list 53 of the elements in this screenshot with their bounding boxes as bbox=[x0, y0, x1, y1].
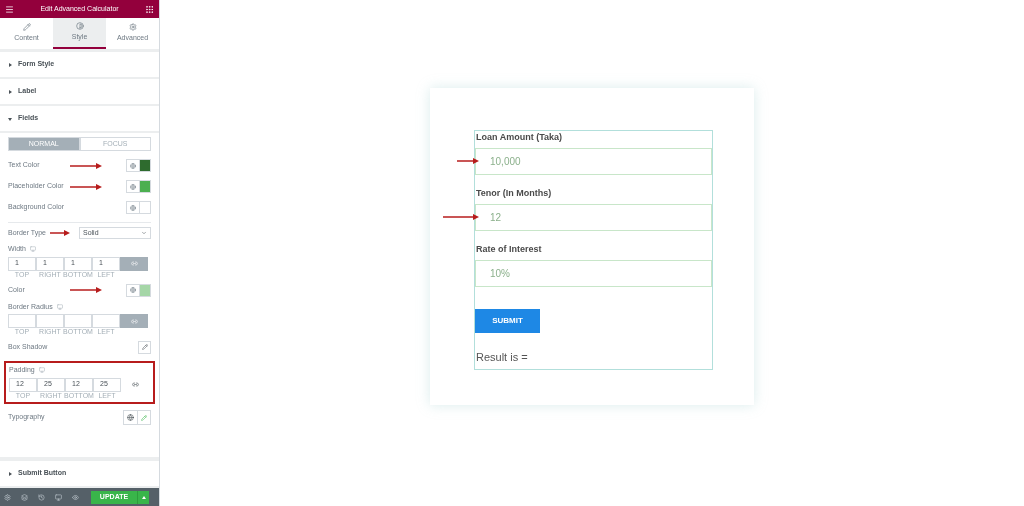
monitor-icon bbox=[38, 367, 45, 374]
field-label: Rate of Interest bbox=[475, 243, 543, 256]
link-button[interactable] bbox=[120, 314, 148, 328]
link-icon bbox=[131, 381, 139, 388]
annotation-arrow bbox=[443, 214, 479, 220]
globe-icon[interactable] bbox=[130, 162, 136, 169]
pencil-icon bbox=[141, 414, 147, 421]
pencil-icon bbox=[141, 344, 148, 350]
submit-button[interactable]: SUBMIT bbox=[475, 309, 540, 333]
menu-icon[interactable] bbox=[5, 4, 14, 14]
edit-button[interactable] bbox=[138, 340, 151, 354]
dimension-input[interactable] bbox=[64, 314, 92, 328]
grid-icon[interactable] bbox=[145, 4, 154, 14]
pencil-icon bbox=[22, 23, 31, 32]
annotation-arrow bbox=[70, 162, 102, 169]
update-options-button[interactable] bbox=[137, 490, 149, 504]
result-text: Result is = bbox=[475, 350, 529, 365]
input-field[interactable]: 12 bbox=[475, 204, 712, 231]
link-icon bbox=[130, 317, 138, 325]
link-button[interactable] bbox=[120, 256, 148, 271]
contrast-icon bbox=[75, 22, 84, 31]
link-icon bbox=[130, 260, 138, 267]
annotation-arrow bbox=[457, 158, 479, 164]
annotation-arrow bbox=[50, 230, 70, 236]
monitor-icon bbox=[29, 246, 36, 253]
field-label: Loan Amount (Taka) bbox=[475, 131, 563, 144]
caret-icon bbox=[141, 230, 147, 236]
history-icon[interactable] bbox=[38, 493, 45, 501]
input-field[interactable]: 10% bbox=[475, 260, 712, 287]
field-label: Tenor (In Months) bbox=[475, 187, 553, 200]
monitor-icon[interactable] bbox=[55, 493, 62, 501]
dimension-input[interactable] bbox=[8, 314, 36, 328]
color-swatch[interactable] bbox=[139, 160, 150, 171]
settings-icon[interactable] bbox=[4, 493, 11, 501]
caret-right-icon bbox=[8, 62, 12, 67]
annotation-arrow bbox=[70, 183, 102, 190]
caret-down-icon bbox=[8, 116, 12, 121]
globe-icon[interactable] bbox=[130, 204, 136, 211]
color-swatch[interactable] bbox=[139, 181, 150, 192]
globe-icon[interactable] bbox=[127, 414, 134, 421]
dimension-input[interactable] bbox=[36, 314, 64, 328]
annotation-arrow bbox=[70, 287, 102, 293]
globe-icon[interactable] bbox=[130, 183, 136, 190]
caret-up-icon bbox=[141, 495, 146, 499]
dimension-input[interactable] bbox=[92, 314, 120, 328]
globe-icon[interactable] bbox=[130, 287, 136, 293]
caret-right-icon bbox=[8, 89, 12, 94]
color-swatch[interactable] bbox=[139, 284, 150, 296]
caret-right-icon bbox=[8, 471, 12, 476]
eye-icon[interactable] bbox=[72, 493, 79, 501]
monitor-icon bbox=[56, 303, 63, 310]
input-field[interactable]: 10,000 bbox=[475, 148, 712, 175]
settings-icon bbox=[128, 23, 137, 32]
